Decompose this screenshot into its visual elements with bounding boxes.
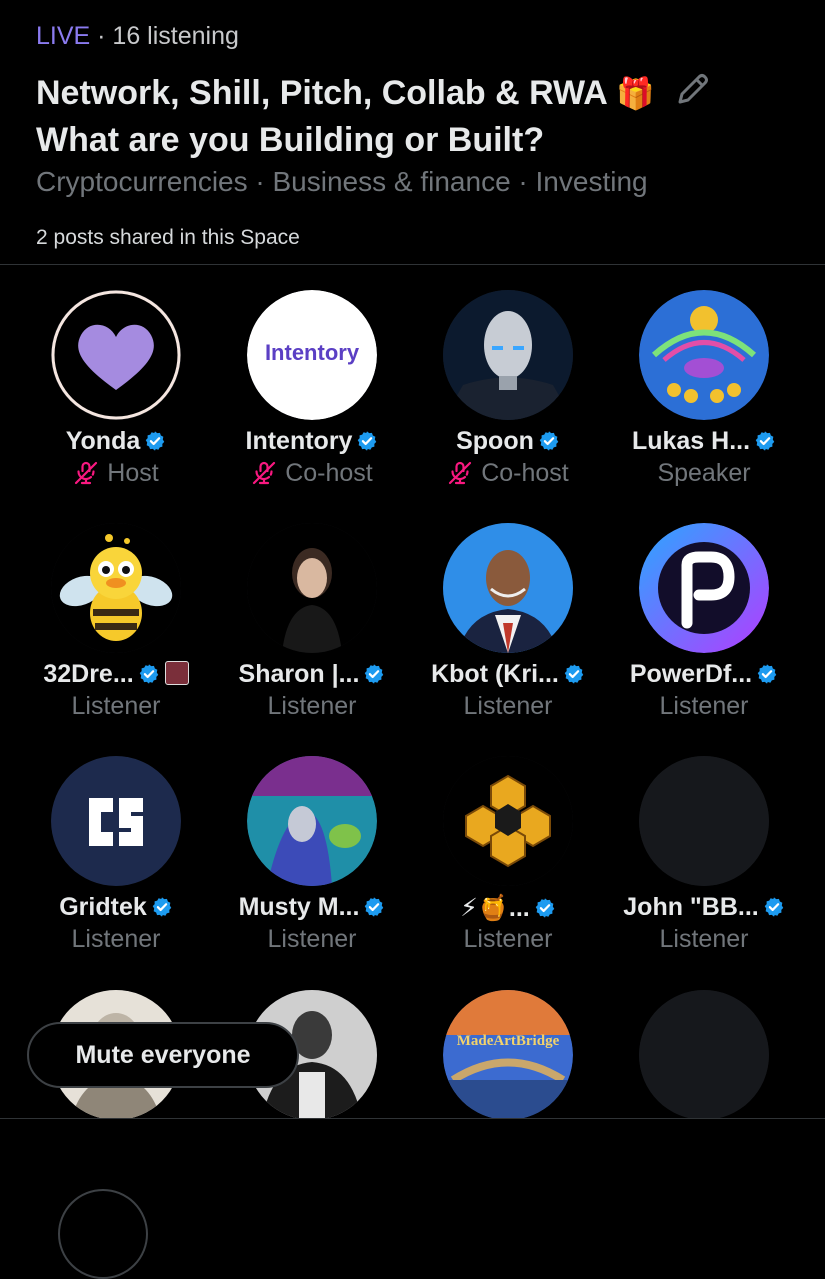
svg-text:MadeArtBridge: MadeArtBridge bbox=[457, 1033, 560, 1049]
participant-role-row: Listener bbox=[606, 925, 802, 954]
verified-badge-icon bbox=[538, 430, 560, 452]
verified-badge-icon bbox=[356, 430, 378, 452]
participant-role: Listener bbox=[659, 925, 749, 953]
participant-role-row: Listener bbox=[410, 692, 606, 721]
participant-name: 32Dre... bbox=[43, 660, 134, 688]
participant-role: Listener bbox=[71, 692, 161, 720]
participant-name: Kbot (Kri... bbox=[431, 660, 559, 688]
verified-badge-icon bbox=[563, 663, 585, 685]
participant-role-row: Co-host bbox=[410, 459, 606, 488]
participant-role-row: Host bbox=[18, 459, 214, 488]
mic-off-icon bbox=[447, 460, 473, 486]
verified-badge-icon bbox=[763, 896, 785, 918]
affiliate-badge-icon bbox=[164, 661, 189, 685]
avatar[interactable] bbox=[443, 290, 573, 420]
participant-role: Co-host bbox=[285, 459, 373, 487]
participant-role-row: Listener bbox=[18, 692, 214, 721]
verified-badge-icon bbox=[363, 663, 385, 685]
avatar[interactable] bbox=[639, 290, 769, 420]
participant-role-row: Speaker bbox=[606, 459, 802, 488]
participant-name-row: Gridtek bbox=[18, 893, 214, 922]
verified-badge-icon bbox=[756, 663, 778, 685]
mic-off-icon bbox=[73, 460, 99, 486]
participant-name-row: Kbot (Kri... bbox=[410, 660, 606, 689]
live-status: LIVE · 16 listening bbox=[36, 22, 239, 51]
participant-name-row: 32Dre... bbox=[18, 660, 214, 689]
participant-role: Co-host bbox=[481, 459, 569, 487]
participant-name-row: Musty M... bbox=[214, 893, 410, 922]
participant-role: Host bbox=[107, 459, 159, 487]
participant-name: Sharon |... bbox=[238, 660, 360, 688]
avatar[interactable]: MadeArtBridge bbox=[443, 990, 573, 1120]
bottom-bar bbox=[0, 1118, 825, 1279]
avatar[interactable] bbox=[51, 523, 181, 653]
participant-role-row: Co-host bbox=[214, 459, 410, 488]
participant-name: Gridtek bbox=[59, 893, 147, 921]
avatar[interactable] bbox=[443, 756, 573, 886]
avatar[interactable]: Intentory bbox=[247, 290, 377, 420]
participant-name-row: Intentory bbox=[214, 427, 410, 456]
pencil-icon[interactable] bbox=[672, 70, 712, 110]
participant-role: Listener bbox=[659, 692, 749, 720]
verified-badge-icon bbox=[534, 897, 556, 919]
participant-role-row: Listener bbox=[18, 925, 214, 954]
participant-name: Intentory bbox=[245, 427, 353, 455]
title-line-1: Network, Shill, Pitch, Collab & RWA bbox=[36, 74, 607, 112]
participant-name: Spoon bbox=[456, 427, 534, 455]
avatar[interactable] bbox=[639, 523, 769, 653]
mute-everyone-button[interactable]: Mute everyone bbox=[27, 1022, 299, 1088]
verified-badge-icon bbox=[754, 430, 776, 452]
gift-emoji: 🎁 bbox=[615, 76, 655, 111]
verified-badge-icon bbox=[363, 896, 385, 918]
participant-name: PowerDf... bbox=[629, 660, 753, 688]
participant-name: Lukas H... bbox=[631, 427, 751, 455]
participant-role: Listener bbox=[463, 925, 553, 953]
participant-role: Speaker bbox=[657, 459, 751, 487]
participant-role-row: Listener bbox=[214, 925, 410, 954]
participant-name-row: Sharon |... bbox=[214, 660, 410, 689]
header-divider bbox=[0, 264, 825, 265]
verified-badge-icon bbox=[144, 430, 166, 452]
title-line-2: What are you Building or Built? bbox=[36, 121, 545, 159]
participant-name-row: John "BB... bbox=[606, 893, 802, 922]
space-topics[interactable]: Cryptocurrencies · Business & finance · … bbox=[36, 166, 648, 198]
avatar[interactable] bbox=[639, 756, 769, 886]
space-title: Network, Shill, Pitch, Collab & RWA 🎁 Wh… bbox=[36, 70, 796, 163]
avatar[interactable] bbox=[247, 756, 377, 886]
live-separator: · bbox=[90, 22, 113, 50]
participant-role: Listener bbox=[267, 692, 357, 720]
participant-role: Listener bbox=[71, 925, 161, 953]
participant-name-row: ⚡🍯... bbox=[410, 893, 606, 923]
avatar[interactable] bbox=[51, 290, 181, 420]
participant-role-row: Listener bbox=[410, 925, 606, 954]
verified-badge-icon bbox=[138, 663, 160, 685]
participant-name: Musty M... bbox=[238, 893, 360, 921]
avatar[interactable] bbox=[639, 990, 769, 1120]
avatar[interactable] bbox=[51, 756, 181, 886]
posts-shared-link[interactable]: 2 posts shared in this Space bbox=[36, 226, 300, 250]
participant-role-row: Listener bbox=[606, 692, 802, 721]
mic-off-icon bbox=[251, 460, 277, 486]
svg-text:Intentory: Intentory bbox=[265, 340, 360, 365]
participant-role: Listener bbox=[267, 925, 357, 953]
participant-name-row: PowerDf... bbox=[606, 660, 802, 689]
participant-name: John "BB... bbox=[623, 893, 759, 921]
participant-name-row: Spoon bbox=[410, 427, 606, 456]
participant-name: Yonda bbox=[65, 427, 141, 455]
avatar[interactable] bbox=[443, 523, 573, 653]
avatar[interactable] bbox=[247, 523, 377, 653]
listener-count: 16 listening bbox=[112, 22, 239, 50]
participant-name-row: Yonda bbox=[18, 427, 214, 456]
verified-badge-icon bbox=[151, 896, 173, 918]
participant-name-row: Lukas H... bbox=[606, 427, 802, 456]
participant-name: ⚡🍯... bbox=[460, 894, 530, 922]
bottom-action-circle[interactable] bbox=[58, 1189, 148, 1279]
participant-role: Listener bbox=[463, 692, 553, 720]
live-badge: LIVE bbox=[36, 22, 91, 50]
participant-role-row: Listener bbox=[214, 692, 410, 721]
